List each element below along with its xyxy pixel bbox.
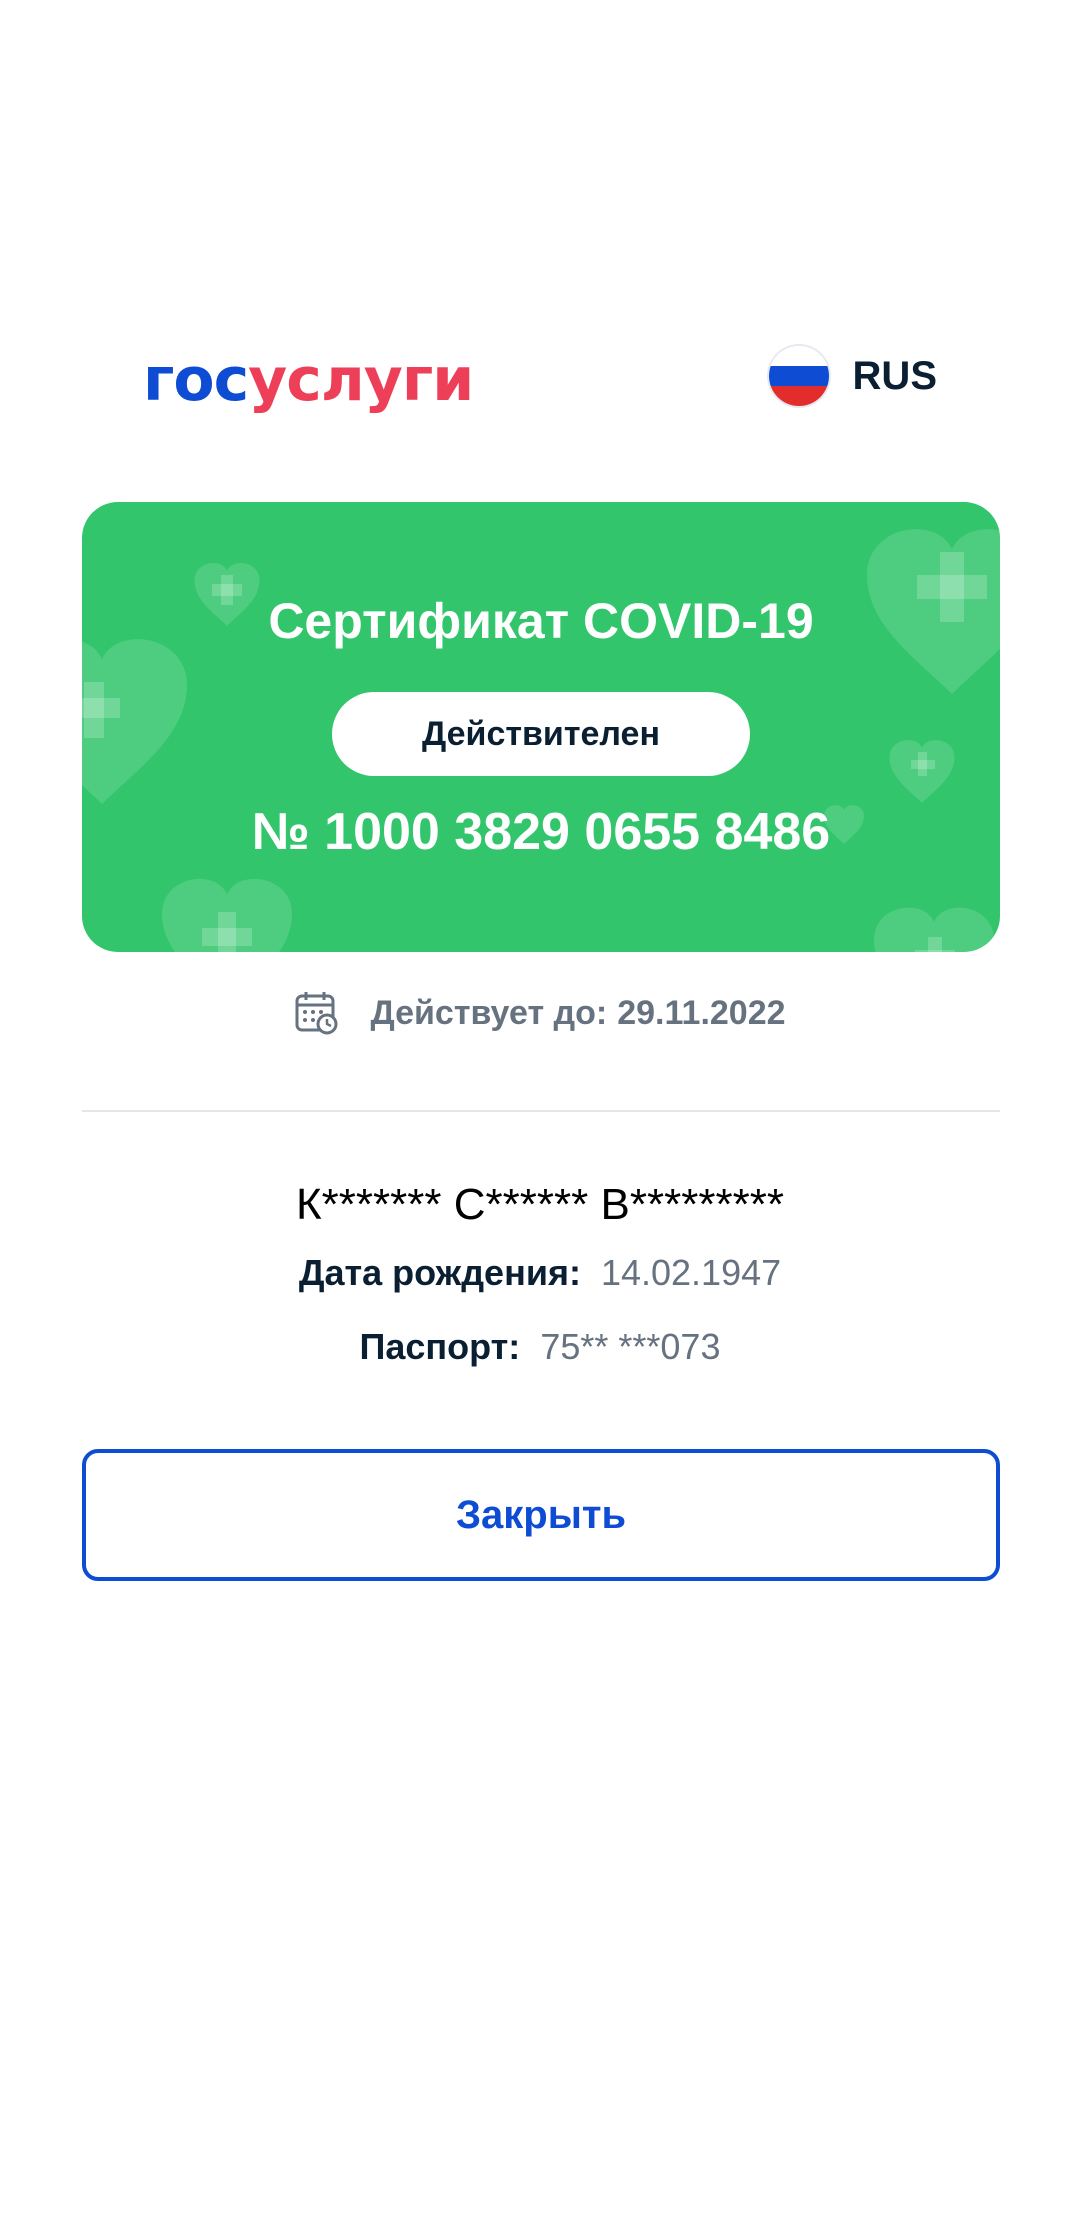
logo-part-uslugi: услуги xyxy=(248,345,474,415)
validity-date: 29.11.2022 xyxy=(617,993,786,1032)
passport-row: Паспорт: 75** ***073 xyxy=(0,1326,1080,1368)
validity-row: Действует до: 29.11.2022 xyxy=(0,990,1080,1036)
gosuslugi-logo: госуслуги xyxy=(143,340,474,420)
close-button[interactable]: Закрыть xyxy=(82,1449,1000,1581)
birth-date-label: Дата рождения: xyxy=(298,1252,581,1293)
language-label: RUS xyxy=(852,353,937,398)
language-switcher[interactable]: RUS xyxy=(768,346,937,406)
birth-date-value: 14.02.1947 xyxy=(600,1252,782,1293)
certificate-card: Сертификат COVID-19 Действителен № 1000 … xyxy=(82,502,1000,952)
passport-label: Паспорт: xyxy=(359,1326,521,1367)
birth-date-row: Дата рождения: 14.02.1947 xyxy=(0,1252,1080,1294)
russia-flag-icon xyxy=(768,346,829,406)
logo-part-gos: гос xyxy=(143,345,249,415)
validity-label: Действует до: xyxy=(370,993,608,1032)
passport-value: 75** ***073 xyxy=(540,1326,721,1367)
header: госуслуги RUS xyxy=(0,340,1080,420)
certificate-number: № 1000 3829 0655 8486 xyxy=(251,803,831,861)
person-name: К******* С****** В********* xyxy=(296,1180,784,1229)
status-badge: Действителен xyxy=(332,692,750,776)
divider xyxy=(82,1110,1000,1112)
certificate-title: Сертификат COVID-19 xyxy=(268,593,814,649)
calendar-icon xyxy=(295,992,338,1035)
